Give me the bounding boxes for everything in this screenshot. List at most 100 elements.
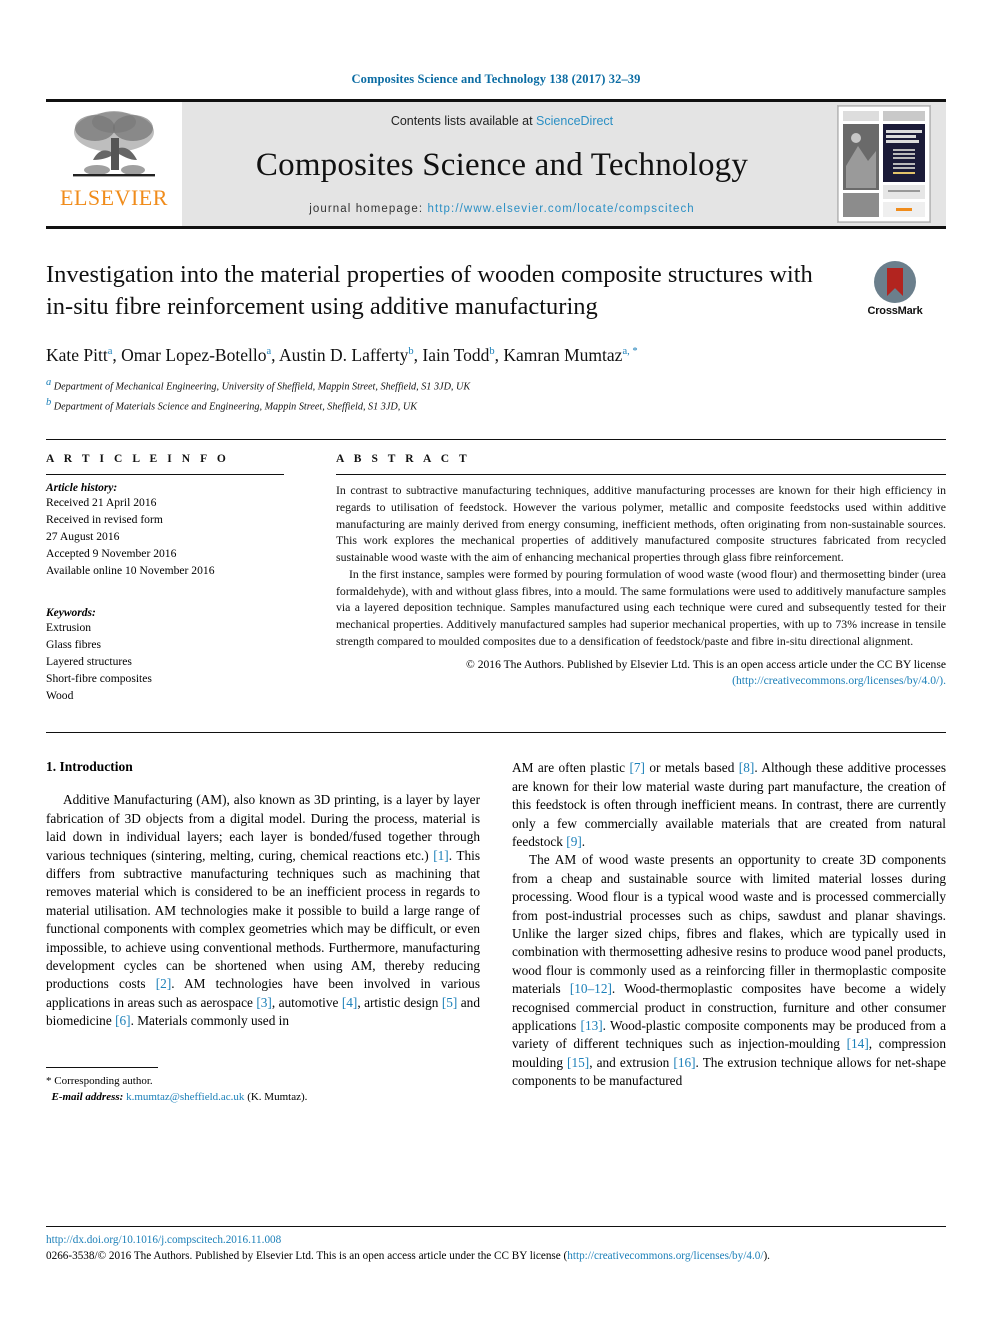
article-history-item: Accepted 9 November 2016	[46, 547, 177, 561]
body-column-right: AM are often plastic [7] or metals based…	[512, 759, 946, 1105]
author-name: Kate Pitt	[46, 344, 108, 365]
issn-copyright-line: 0266-3538/© 2016 The Authors. Published …	[46, 1249, 946, 1265]
masthead-bottom-rule	[46, 226, 946, 229]
copyright-text: © 2016 The Authors. Published by Elsevie…	[466, 657, 946, 671]
article-history-item: 27 August 2016	[46, 530, 120, 544]
corresponding-author-footnote: * Corresponding author. E-mail address: …	[46, 1061, 480, 1106]
corresponding-marker: *	[46, 1074, 52, 1087]
journal-cover-thumbnail	[837, 105, 931, 223]
contents-prefix: Contents lists available at	[390, 114, 537, 128]
corresponding-email-link[interactable]: k.mumtaz@sheffield.ac.uk	[126, 1091, 244, 1103]
issn-suffix: ).	[763, 1250, 770, 1263]
page-footer: http://dx.doi.org/10.1016/j.compscitech.…	[46, 1226, 946, 1265]
author-affiliation-mark: b	[408, 345, 414, 357]
crossmark-logo[interactable]: CrossMark	[850, 261, 940, 317]
crossmark-label: CrossMark	[867, 305, 923, 317]
affiliation-mark: b	[46, 396, 52, 408]
keyword-item: Short-fibre composites	[46, 672, 152, 686]
author-affiliation-mark: a, *	[622, 345, 638, 357]
elsevier-logo: ELSEVIER	[46, 102, 182, 226]
citation-ref[interactable]: [13]	[581, 1018, 603, 1033]
footer-cc-license-link[interactable]: http://creativecommons.org/licenses/by/4…	[567, 1250, 763, 1262]
citation-ref[interactable]: [7]	[629, 760, 645, 775]
journal-homepage-line: journal homepage: http://www.elsevier.co…	[309, 203, 695, 215]
author-affiliation-mark: a	[266, 345, 272, 357]
elsevier-tree-icon	[73, 111, 155, 177]
sciencedirect-link[interactable]: ScienceDirect	[536, 114, 613, 128]
article-history-item: Available online 10 November 2016	[46, 564, 215, 578]
author-name: Kamran Mumtaz	[503, 344, 623, 365]
citation-ref[interactable]: [6]	[115, 1013, 131, 1028]
author-affiliation-mark: a	[107, 345, 113, 357]
citation-ref[interactable]: [3]	[256, 995, 272, 1010]
affiliation-item: b Department of Materials Science and En…	[46, 395, 946, 415]
body-paragraph: The AM of wood waste presents an opportu…	[512, 852, 946, 1089]
author-list: Kate Pitta, Omar Lopez-Botelloa, Austin …	[46, 344, 638, 365]
elsevier-wordmark: ELSEVIER	[60, 185, 168, 210]
section-heading-introduction: 1. Introduction	[46, 759, 133, 775]
citation-ref[interactable]: [16]	[673, 1055, 695, 1070]
article-history-label: Article history:	[46, 482, 118, 495]
author-name: Iain Todd	[422, 344, 490, 365]
issn-prefix: 0266-3538/© 2016 The Authors. Published …	[46, 1250, 568, 1263]
article-info-heading: A R T I C L E I N F O	[46, 453, 230, 466]
citation-ref[interactable]: [10–12]	[570, 981, 612, 996]
journal-title: Composites Science and Technology	[255, 147, 749, 183]
citation-ref[interactable]: [9]	[566, 834, 582, 849]
doi-link[interactable]: http://dx.doi.org/10.1016/j.compscitech.…	[46, 1234, 946, 1246]
abstract-column: A B S T R A C T In contrast to subtracti…	[310, 453, 946, 704]
citation-ref[interactable]: [2]	[156, 976, 172, 991]
citation-ref[interactable]: [8]	[739, 760, 755, 775]
citation-ref[interactable]: [14]	[847, 1036, 869, 1051]
article-history-item: Received in revised form	[46, 513, 163, 527]
keyword-item: Layered structures	[46, 655, 132, 669]
body-paragraph: AM are often plastic [7] or metals based…	[512, 760, 946, 849]
email-line: E-mail address: k.mumtaz@sheffield.ac.uk…	[46, 1089, 480, 1106]
abstract-heading: A B S T R A C T	[336, 453, 471, 466]
abstract-body: In contrast to subtractive manufacturing…	[336, 482, 946, 650]
article-history-item: Received 21 April 2016	[46, 496, 157, 510]
body-column-left: 1. Introduction Additive Manufacturing (…	[46, 759, 480, 1105]
citation-ref[interactable]: [5]	[442, 995, 458, 1010]
info-abstract-band: A R T I C L E I N F O Article history: R…	[46, 439, 946, 704]
abstract-paragraph: In contrast to subtractive manufacturing…	[336, 483, 946, 565]
journal-header-center: Contents lists available at ScienceDirec…	[182, 102, 822, 226]
running-head: Composites Science and Technology 138 (2…	[351, 72, 641, 86]
author-affiliation-mark: b	[489, 345, 495, 357]
affiliation-text: Department of Mechanical Engineering, Un…	[53, 381, 471, 393]
article-info-column: A R T I C L E I N F O Article history: R…	[46, 453, 310, 704]
citation-ref[interactable]: [4]	[342, 995, 358, 1010]
article-page: Composites Science and Technology 138 (2…	[0, 0, 992, 1323]
body-paragraph: Additive Manufacturing (AM), also known …	[46, 792, 480, 1029]
affiliation-item: a Department of Mechanical Engineering, …	[46, 375, 946, 395]
affiliation-text: Department of Materials Science and Engi…	[53, 401, 417, 413]
corresponding-text: Corresponding author.	[54, 1074, 153, 1087]
affiliation-mark: a	[46, 376, 52, 388]
corresponding-author-line: * Corresponding author.	[46, 1073, 480, 1090]
contents-available-line: Contents lists available at ScienceDirec…	[391, 114, 613, 128]
author-name: Omar Lopez-Botello	[121, 344, 267, 365]
keywords-block: Keywords: Extrusion Glass fibres Layered…	[46, 607, 284, 704]
copyright-notice: © 2016 The Authors. Published by Elsevie…	[336, 657, 946, 690]
journal-cover-container	[822, 102, 946, 226]
email-suffix: (K. Mumtaz).	[247, 1091, 308, 1104]
page-title: Investigation into the material properti…	[46, 261, 813, 320]
cc-license-link[interactable]: (http://creativecommons.org/licenses/by/…	[732, 674, 946, 687]
abstract-rule	[336, 474, 946, 476]
affiliation-list: a Department of Mechanical Engineering, …	[46, 375, 946, 415]
email-label: E-mail address:	[51, 1091, 124, 1104]
article-info-rule	[46, 474, 284, 476]
journal-homepage-link[interactable]: http://www.elsevier.com/locate/compscite…	[427, 203, 694, 215]
author-name: Austin D. Lafferty	[278, 344, 409, 365]
body-columns: 1. Introduction Additive Manufacturing (…	[46, 732, 946, 1105]
title-area: Investigation into the material properti…	[46, 259, 946, 323]
homepage-prefix: journal homepage:	[309, 203, 428, 215]
abstract-paragraph: In the first instance, samples were form…	[336, 566, 946, 648]
citation-ref[interactable]: [15]	[567, 1055, 589, 1070]
keywords-label: Keywords:	[46, 607, 96, 620]
keyword-item: Wood	[46, 689, 74, 703]
keyword-item: Extrusion	[46, 621, 92, 635]
journal-masthead: ELSEVIER Contents lists available at Sci…	[46, 99, 946, 226]
citation-ref[interactable]: [1]	[433, 848, 449, 863]
keyword-item: Glass fibres	[46, 638, 102, 652]
